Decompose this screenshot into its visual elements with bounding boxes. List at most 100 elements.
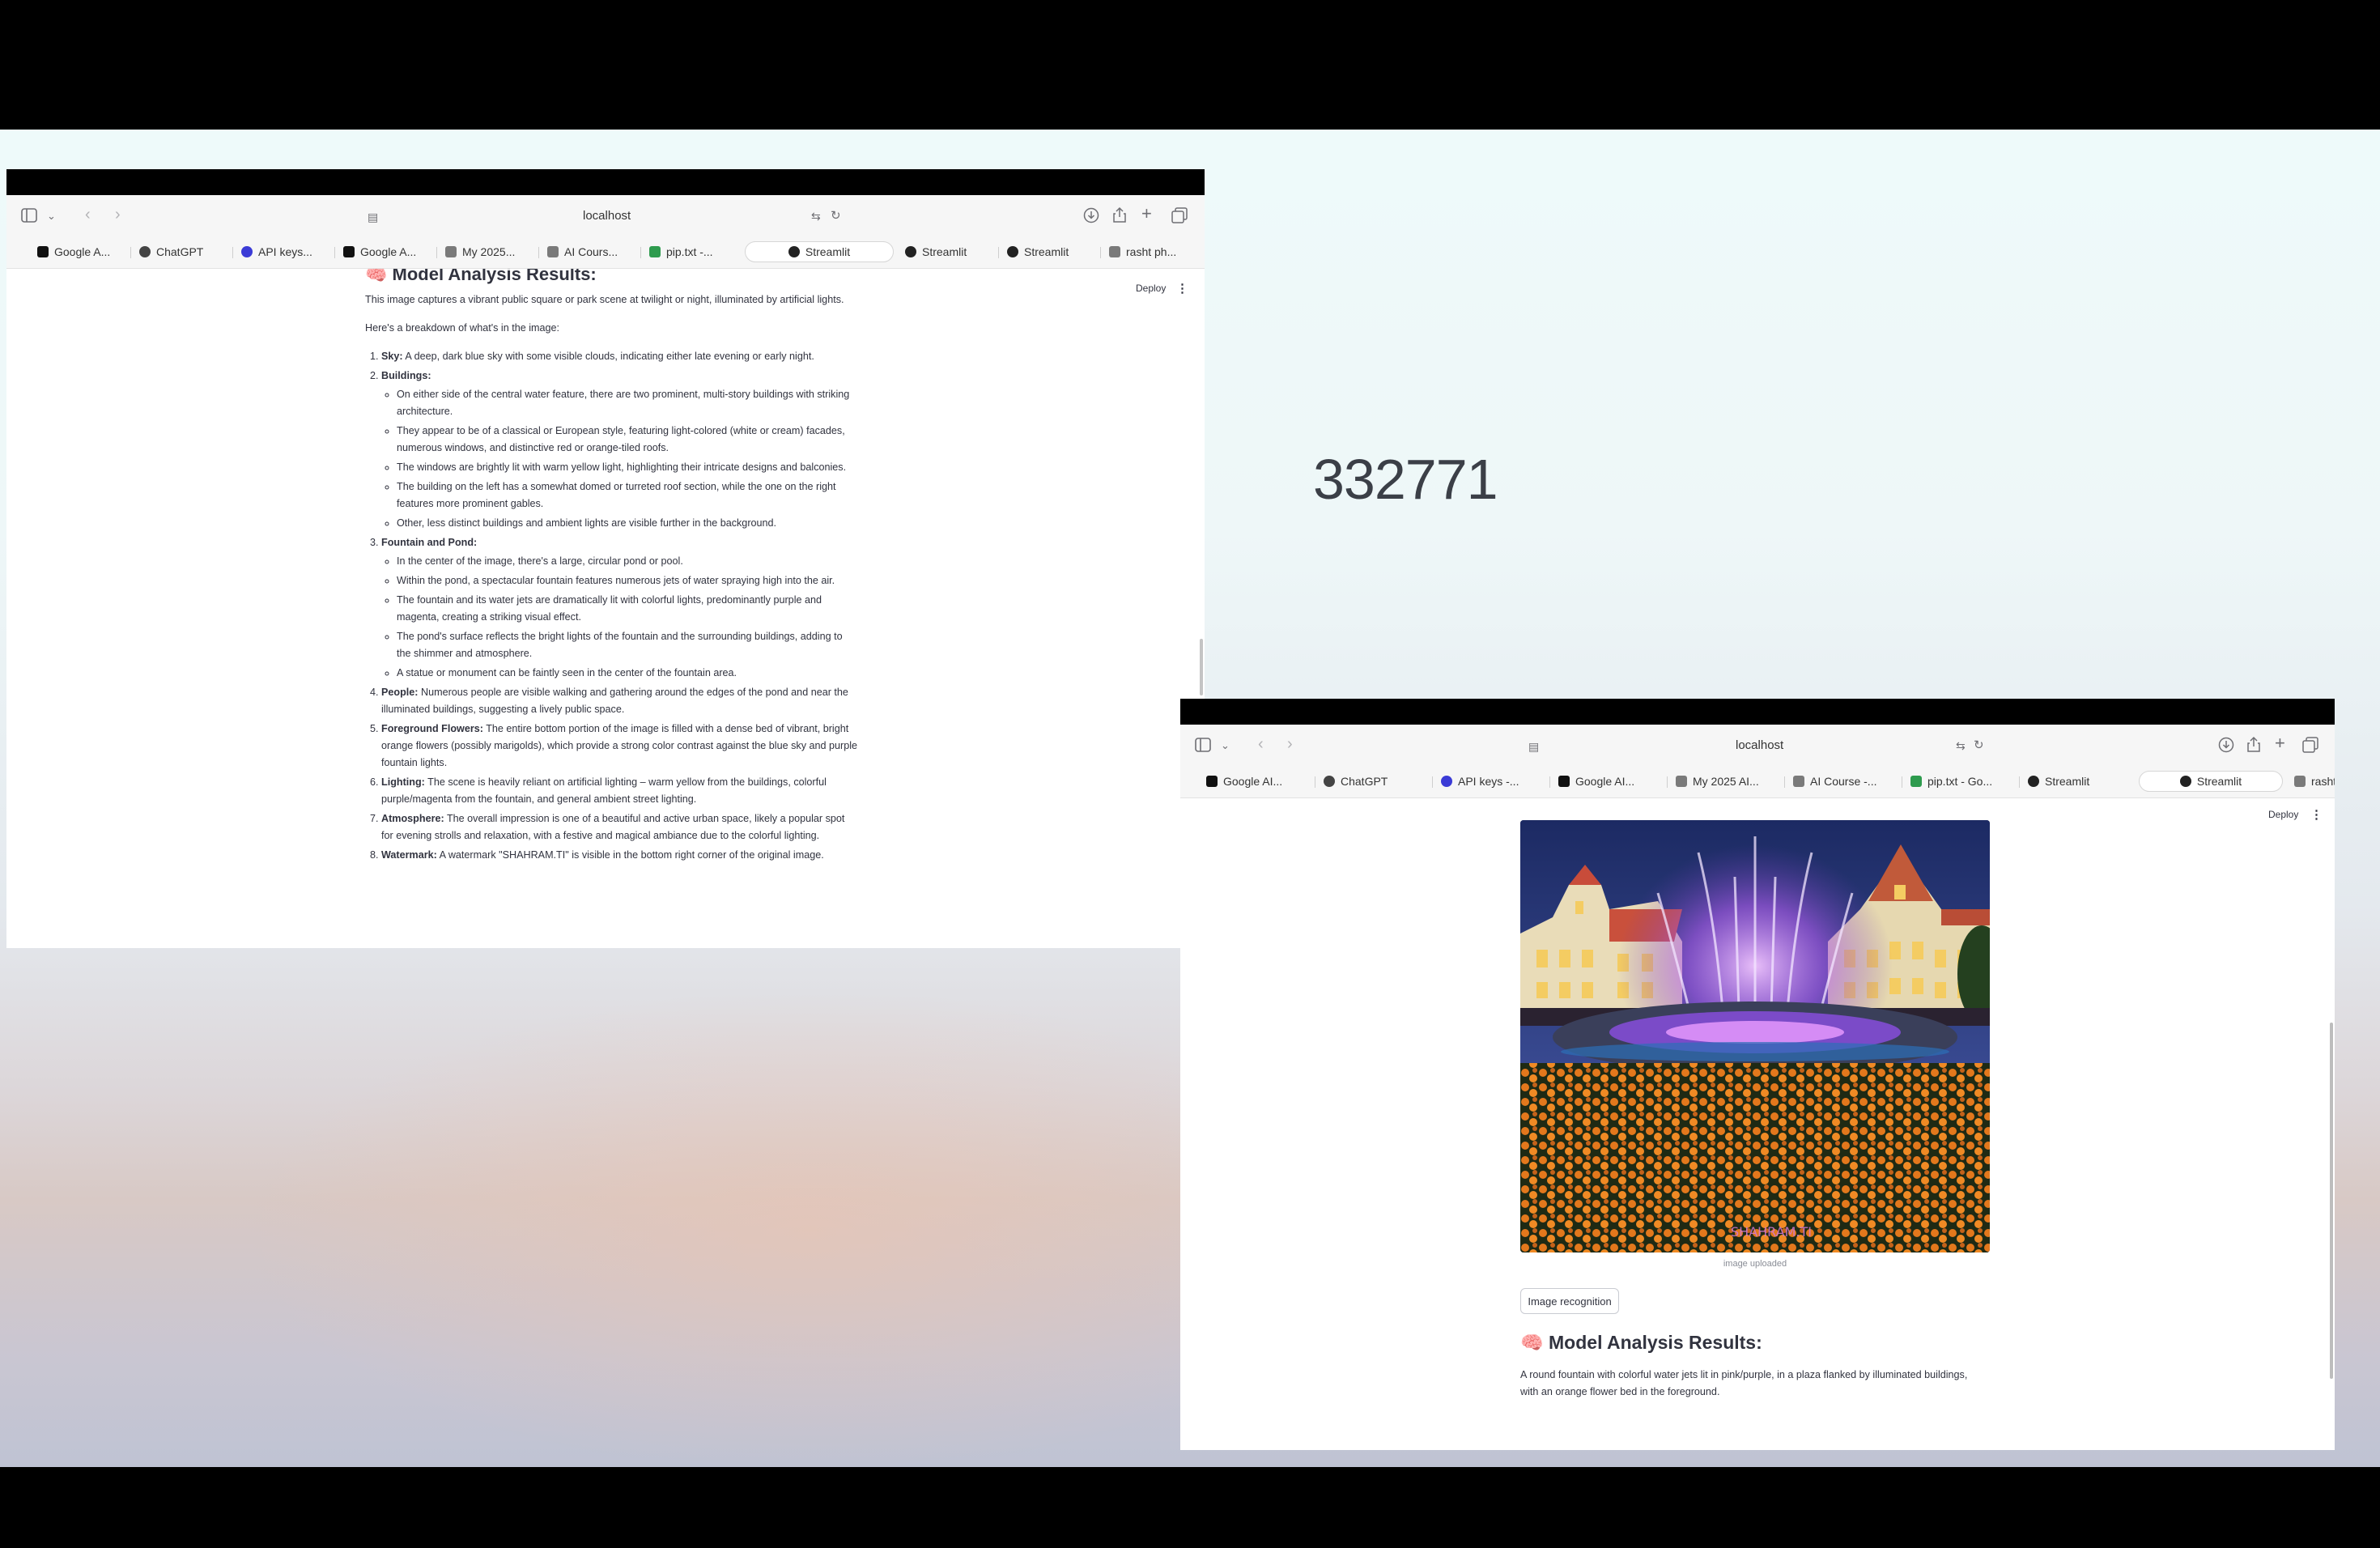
breakdown-item: Lighting: The scene is heavily reliant o…	[381, 774, 857, 808]
breakdown-subitem: The building on the left has a somewhat …	[397, 478, 857, 512]
image-icon	[2294, 776, 2306, 787]
browser-tab[interactable]: ChatGPT	[133, 241, 230, 262]
tab-label: API keys...	[258, 245, 312, 258]
streamlit-icon	[1007, 246, 1018, 257]
results-heading: 🧠 Model Analysis Results:	[1520, 1332, 1762, 1353]
tab-label: AI Cours...	[564, 245, 618, 258]
browser-tab[interactable]: My 2025...	[439, 241, 536, 262]
tab-separator	[1432, 776, 1433, 788]
short-result-text: A round fountain with colorful water jet…	[1520, 1369, 1968, 1397]
page-settings-icon[interactable]: ▤	[368, 209, 378, 225]
tab-label: ChatGPT	[1341, 775, 1388, 788]
translate-icon[interactable]: ⇆	[811, 208, 821, 224]
google-drive-icon	[649, 246, 661, 257]
main-menu-icon[interactable]: ⋮	[2310, 807, 2323, 822]
browser-tab[interactable]: Streamlit	[2139, 771, 2283, 792]
browser-tab[interactable]: Google A...	[31, 241, 128, 262]
tab-label: Google AI...	[1575, 775, 1635, 788]
chevron-down-icon[interactable]: ⌄	[47, 208, 56, 224]
tab-separator	[334, 247, 335, 258]
breakdown-sublist: In the center of the image, there's a la…	[381, 553, 857, 682]
doc-icon	[1793, 776, 1804, 787]
download-icon[interactable]	[2218, 737, 2234, 756]
tab-label: Streamlit	[922, 245, 967, 258]
sidebar-toggle-icon[interactable]	[21, 208, 37, 226]
tab-label: pip.txt -...	[666, 245, 713, 258]
image-recognition-button[interactable]: Image recognition	[1520, 1288, 1619, 1314]
main-menu-icon[interactable]: ⋮	[1176, 281, 1188, 296]
browser-tab[interactable]: rasht ph...	[1103, 241, 1200, 262]
breakdown-item: Fountain and Pond: In the center of the i…	[381, 534, 857, 682]
address-bar[interactable]: localhost	[1736, 738, 1783, 752]
google-ai-studio-icon	[37, 246, 49, 257]
back-arrow-icon[interactable]: ‹	[1258, 736, 1264, 752]
browser-tab[interactable]: rasht phot...	[2288, 771, 2335, 792]
browser-tab[interactable]: pip.txt - Go...	[1904, 771, 2017, 792]
sidebar-toggle-icon[interactable]	[1195, 738, 1211, 755]
breakdown-item: Sky: A deep, dark blue sky with some vis…	[381, 348, 857, 365]
page-settings-icon[interactable]: ▤	[1528, 738, 1539, 755]
breakdown-subitem: Within the pond, a spectacular fountain …	[397, 572, 857, 589]
tab-label: rasht ph...	[1126, 245, 1177, 258]
browser-tab[interactable]: Streamlit	[1001, 241, 1098, 262]
api-keys-icon	[241, 246, 253, 257]
tab-label: Google A...	[54, 245, 111, 258]
chatgpt-icon	[139, 246, 151, 257]
browser-tab[interactable]: pip.txt -...	[643, 241, 740, 262]
back-arrow-icon[interactable]: ‹	[85, 206, 91, 223]
browser-tab[interactable]: API keys -...	[1434, 771, 1547, 792]
new-tab-icon[interactable]: +	[1141, 205, 1152, 223]
tab-overview-icon[interactable]	[1171, 207, 1188, 227]
reload-icon[interactable]: ↻	[831, 208, 841, 224]
uploaded-photo: SHAHRAM.TI	[1520, 820, 1990, 1252]
google-ai-studio-icon	[1558, 776, 1570, 787]
browser-tab[interactable]: Google AI...	[1552, 771, 1664, 792]
browser-tab[interactable]: ChatGPT	[1317, 771, 1430, 792]
breakdown-item: Foreground Flowers: The entire bottom po…	[381, 721, 857, 772]
scrollbar[interactable]	[1200, 639, 1203, 695]
breakdown-item: Buildings: On either side of the central …	[381, 368, 857, 532]
chevron-down-icon[interactable]: ⌄	[1221, 738, 1230, 754]
tab-label: Google AI...	[1223, 775, 1283, 788]
tab-separator	[1784, 776, 1785, 788]
tab-label: My 2025...	[462, 245, 516, 258]
doc-icon	[1676, 776, 1687, 787]
browser-tab[interactable]: Streamlit	[745, 241, 894, 262]
breakdown-item-label: Buildings:	[381, 370, 431, 381]
browser-tab[interactable]: Streamlit	[899, 241, 996, 262]
browser-tab[interactable]: My 2025 AI...	[1669, 771, 1782, 792]
share-icon[interactable]	[1112, 206, 1127, 226]
tab-separator	[640, 247, 641, 258]
breakdown-item-label: Sky:	[381, 351, 403, 362]
deploy-button[interactable]: Deploy	[2268, 809, 2298, 820]
breakdown-item-label: Lighting:	[381, 776, 425, 788]
browser-tab[interactable]: Google A...	[337, 241, 434, 262]
new-tab-icon[interactable]: +	[2275, 734, 2285, 752]
browser-tab[interactable]: AI Cours...	[541, 241, 638, 262]
scrollbar[interactable]	[2330, 1023, 2333, 1379]
streamlit-icon	[2179, 776, 2191, 787]
browser-tab[interactable]: AI Course -...	[1787, 771, 1899, 792]
browser-window-right: ⌄ ‹ › ▤ localhost ⇆ ↻ + Google AI... Chat…	[1180, 699, 2335, 1450]
browser-tab[interactable]: Google AI...	[1200, 771, 1312, 792]
breakdown-item: Watermark: A watermark "SHAHRAM.TI" is v…	[381, 847, 857, 864]
download-icon[interactable]	[1083, 207, 1099, 227]
breakdown-subitem: A statue or monument can be faintly seen…	[397, 665, 857, 682]
forward-arrow-icon[interactable]: ›	[115, 206, 121, 223]
deploy-button[interactable]: Deploy	[1136, 283, 1166, 294]
reload-icon[interactable]: ↻	[1974, 738, 1984, 754]
browser-tab[interactable]: API keys...	[235, 241, 332, 262]
browser-tab[interactable]: Streamlit	[2021, 771, 2134, 792]
forward-arrow-icon[interactable]: ›	[1287, 736, 1293, 752]
address-bar[interactable]: localhost	[583, 209, 631, 223]
share-icon[interactable]	[2246, 736, 2261, 755]
api-keys-icon	[1441, 776, 1452, 787]
breakdown-item: People: Numerous people are visible walk…	[381, 684, 857, 718]
streamlit-page: Deploy ⋮ 🧠 Model Analysis Results: This …	[6, 269, 1205, 948]
tab-overview-icon[interactable]	[2302, 737, 2318, 756]
streamlit-page: Deploy ⋮ SHAHRAM.TI image uploaded Image…	[1180, 798, 2335, 1450]
tab-separator	[232, 247, 233, 258]
overlay-number: 332771	[1313, 448, 1498, 511]
breakdown-subitem: The pond's surface reflects the bright l…	[397, 628, 857, 662]
translate-icon[interactable]: ⇆	[1956, 738, 1966, 754]
